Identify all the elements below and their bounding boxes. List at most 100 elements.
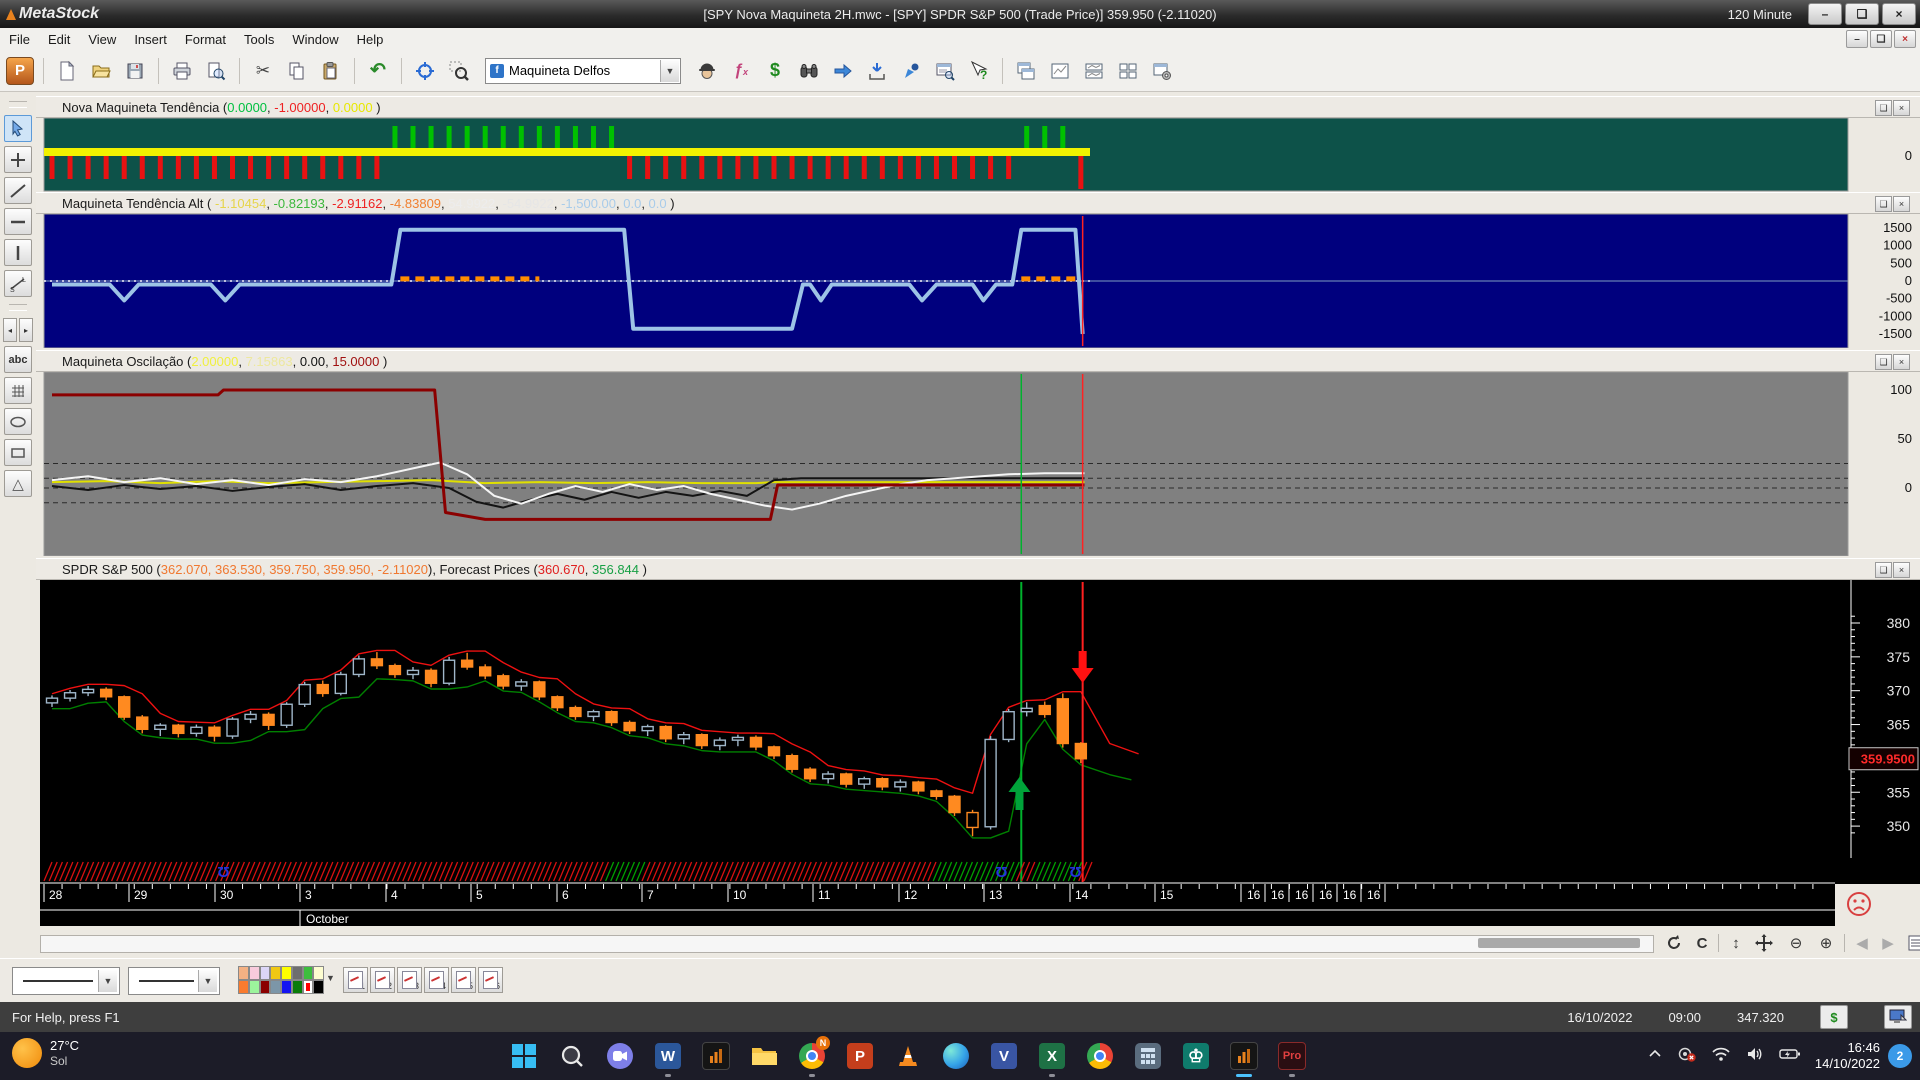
copy-button[interactable] [281,55,313,87]
panel-close-button[interactable]: × [1893,196,1910,212]
dollar-status-button[interactable]: $ [1820,1005,1848,1029]
color-swatch[interactable] [303,980,314,994]
print-preview-button[interactable] [200,55,232,87]
color-swatch[interactable] [313,980,324,994]
template-button-3[interactable]: 3 [397,967,422,993]
tile-horizontal-button[interactable] [1078,55,1110,87]
power-console-button[interactable]: P [4,55,36,87]
save-button[interactable] [119,55,151,87]
color-swatch[interactable] [249,966,260,980]
taskbar-app-edge[interactable] [936,1036,976,1076]
taskbar-app-calculator[interactable] [1128,1036,1168,1076]
taskbar-app-word[interactable]: W [648,1036,688,1076]
quotes-window-button[interactable] [929,55,961,87]
palette-more-icon[interactable]: ▼ [326,973,335,983]
window-options-button[interactable] [1146,55,1178,87]
tendencia-alt-chart[interactable]: 150010005000-500-1000-1500 [0,214,1920,348]
panel-restore-button[interactable]: ❑ [1875,354,1892,370]
color-swatch[interactable] [260,966,271,980]
menu-view[interactable]: View [79,32,125,47]
forecaster-button[interactable] [827,55,859,87]
refresh-button[interactable] [1662,932,1686,954]
menu-insert[interactable]: Insert [125,32,176,47]
battery-icon[interactable] [1779,1047,1801,1066]
properties-button[interactable] [1904,932,1920,954]
close-button[interactable]: × [1882,3,1916,25]
color-swatch[interactable] [270,966,281,980]
taskbar-app-chat[interactable] [600,1036,640,1076]
template-button-2[interactable]: 2 [370,967,395,993]
taskbar-app-search[interactable] [552,1036,592,1076]
restore-button[interactable]: ❑ [1845,3,1879,25]
taskbar-app-start[interactable] [504,1036,544,1076]
paste-button[interactable] [315,55,347,87]
open-button[interactable] [85,55,117,87]
taskbar-app-visio[interactable]: V [984,1036,1024,1076]
color-swatch[interactable] [303,966,314,980]
fit-vertical-button[interactable]: ↕ [1724,932,1748,954]
template-button-6[interactable]: 6 [478,967,503,993]
oscilacao-chart[interactable]: 100500 [0,372,1920,556]
new-button[interactable] [51,55,83,87]
panel-restore-button[interactable]: ❑ [1875,100,1892,116]
taskbar-app-vlc[interactable] [888,1036,928,1076]
child-restore-button[interactable]: ❑ [1870,30,1892,48]
indicator-builder-button[interactable]: ƒx [725,55,757,87]
zoom-in-button[interactable]: ⊕ [1814,932,1838,954]
tile-chart-button[interactable] [1044,55,1076,87]
child-minimize-button[interactable]: – [1846,30,1868,48]
tendencia-chart[interactable]: 0 [0,118,1920,192]
chart-tool-button[interactable] [895,55,927,87]
taskbar-clock[interactable]: 16:46 14/10/2022 [1815,1040,1880,1072]
line-style-select[interactable]: ▼ [12,967,120,995]
online-status-button[interactable] [1884,1005,1912,1029]
crosshair-button[interactable] [409,55,441,87]
text-tool-button[interactable]: abc [4,346,32,373]
cut-button[interactable]: ✂ [247,55,279,87]
panel-close-button[interactable]: × [1893,354,1910,370]
downloader-button[interactable] [861,55,893,87]
system-tester-button[interactable]: $ [759,55,791,87]
menu-format[interactable]: Format [176,32,235,47]
color-swatch[interactable] [292,966,303,980]
layout-combobox[interactable]: f Maquineta Delfos ▼ [485,58,681,84]
context-help-button[interactable]: ? [963,55,995,87]
menu-window[interactable]: Window [283,32,347,47]
taskbar-app-chrome2[interactable] [1080,1036,1120,1076]
minimize-button[interactable]: – [1808,3,1842,25]
next-chart-button[interactable]: ▶ [1876,932,1900,954]
undo-button[interactable]: ↶ [362,55,394,87]
color-swatch[interactable] [249,980,260,994]
print-button[interactable] [166,55,198,87]
taskbar-app-chess[interactable]: ♔ [1176,1036,1216,1076]
tray-expand-icon[interactable] [1647,1046,1663,1067]
audio-muted-icon[interactable] [1677,1045,1697,1068]
menu-edit[interactable]: Edit [39,32,79,47]
menu-tools[interactable]: Tools [235,32,283,47]
template-button-4[interactable]: 4 [424,967,449,993]
taskbar-app-powerpoint[interactable]: P [840,1036,880,1076]
panel-close-button[interactable]: × [1893,100,1910,116]
color-swatch[interactable] [260,980,271,994]
taskbar-app-metastock-active[interactable] [1224,1036,1264,1076]
tile-grid-button[interactable] [1112,55,1144,87]
color-swatch[interactable] [281,980,292,994]
template-button-5[interactable]: 5 [451,967,476,993]
price-chart[interactable]: ΩΩΩ28293034567101112131415161616161616Oc… [0,580,1920,928]
color-swatch[interactable] [281,966,292,980]
panel-restore-button[interactable]: ❑ [1875,196,1892,212]
color-swatch[interactable] [270,980,281,994]
color-swatch[interactable] [292,980,303,994]
speaker-icon[interactable] [1745,1046,1765,1067]
weather-widget[interactable]: 27°C Sol [12,1038,79,1068]
menu-help[interactable]: Help [348,32,393,47]
horizontal-scrollbar[interactable] [40,935,1654,953]
chevron-down-icon[interactable]: ▼ [198,970,217,992]
zoom-out-button[interactable]: ⊖ [1784,932,1808,954]
taskbar-app-excel[interactable]: X [1032,1036,1072,1076]
template-button-1[interactable]: 1 [343,967,368,993]
taskbar-app-chrome[interactable]: N [792,1036,832,1076]
wifi-icon[interactable] [1711,1046,1731,1067]
line-weight-select[interactable]: ▼ [128,967,220,995]
color-swatch[interactable] [238,980,249,994]
